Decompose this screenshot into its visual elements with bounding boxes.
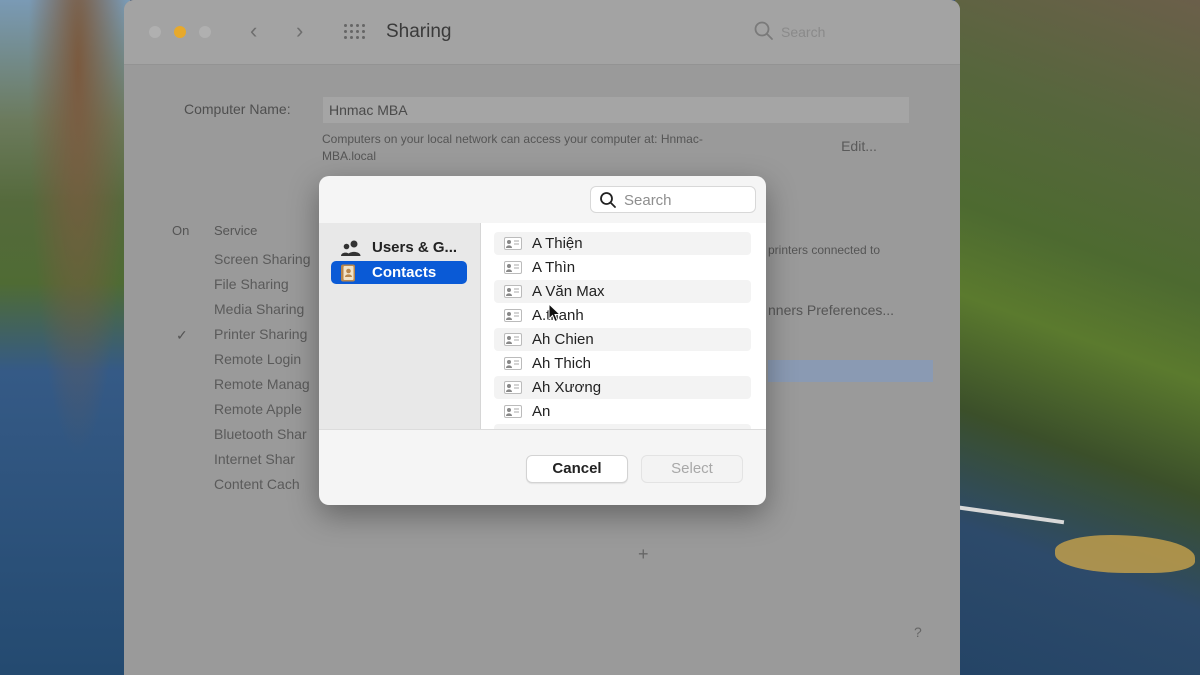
- contact-card-icon: [504, 357, 522, 370]
- window-search-field[interactable]: Search: [749, 18, 939, 46]
- beach-shape: [1055, 535, 1195, 573]
- printer-sharing-checkmark-icon[interactable]: ✓: [176, 327, 188, 344]
- contact-card-icon: [504, 237, 522, 250]
- desktop-background-right: [954, 0, 1200, 675]
- window-title: Sharing: [386, 21, 452, 42]
- contact-name: Ah Thich: [532, 355, 591, 372]
- service-item[interactable]: Remote Manag: [214, 376, 311, 401]
- service-item[interactable]: Screen Sharing: [214, 251, 311, 276]
- sidebar-item-label: Contacts: [372, 264, 437, 281]
- zoom-window-button[interactable]: [199, 26, 211, 38]
- title-bar: ‹ › Sharing Search: [124, 0, 960, 65]
- list-item[interactable]: Ah Xương: [494, 376, 751, 399]
- dialog-search-field[interactable]: Search: [590, 186, 756, 213]
- contact-card-icon: [504, 309, 522, 322]
- list-item[interactable]: An: [494, 400, 751, 423]
- service-item[interactable]: Remote Apple: [214, 401, 311, 426]
- service-item[interactable]: Bluetooth Shar: [214, 426, 311, 451]
- computer-name-description: Computers on your local network can acce…: [322, 132, 703, 163]
- close-window-button[interactable]: [149, 26, 161, 38]
- contact-name: A Văn Max: [532, 283, 605, 300]
- printers-preferences-button[interactable]: nners Preferences...: [768, 302, 894, 318]
- service-item[interactable]: Content Cach: [214, 476, 311, 501]
- contact-card-icon: [504, 381, 522, 394]
- forward-arrow-icon[interactable]: ›: [296, 18, 303, 44]
- cancel-button[interactable]: Cancel: [526, 455, 628, 483]
- search-icon: [600, 192, 616, 208]
- selected-printer-row[interactable]: [768, 360, 933, 382]
- window-search-placeholder: Search: [781, 24, 826, 40]
- service-item[interactable]: Remote Login: [214, 351, 311, 376]
- contact-card-icon: [504, 405, 522, 418]
- users-icon: [341, 240, 361, 256]
- select-users-dialog: Search Users & G... Contacts A Thiện A T…: [319, 176, 766, 505]
- column-header-on: On: [172, 223, 190, 238]
- add-user-button[interactable]: +: [638, 544, 649, 565]
- column-header-service: Service: [214, 223, 258, 238]
- contact-name: A Thiện: [532, 235, 583, 252]
- dialog-search-placeholder: Search: [624, 192, 672, 209]
- computer-name-value: Hnmac MBA: [329, 102, 408, 118]
- service-item[interactable]: Internet Shar: [214, 451, 311, 476]
- list-item[interactable]: Ah Chien: [494, 328, 751, 351]
- list-item[interactable]: A Thiện: [494, 232, 751, 255]
- edit-button[interactable]: Edit...: [824, 134, 894, 158]
- service-item[interactable]: Media Sharing: [214, 301, 311, 326]
- contact-card-icon: [504, 261, 522, 274]
- list-item[interactable]: Ah Thich: [494, 352, 751, 375]
- mouse-pointer-icon: [548, 303, 562, 323]
- service-item[interactable]: File Sharing: [214, 276, 311, 301]
- minimize-window-button[interactable]: [174, 26, 186, 38]
- sidebar-item-users-groups[interactable]: Users & G...: [331, 236, 467, 259]
- search-icon: [754, 21, 773, 40]
- contact-name: Ah Chien: [532, 331, 594, 348]
- show-all-grid-icon[interactable]: [344, 24, 366, 40]
- list-item[interactable]: A Văn Max: [494, 280, 751, 303]
- sidebar-item-label: Users & G...: [372, 239, 458, 256]
- contact-name: A Thìn: [532, 259, 576, 276]
- back-arrow-icon[interactable]: ‹: [250, 18, 257, 44]
- computer-name-label: Computer Name:: [184, 101, 291, 117]
- contact-card-icon: [504, 333, 522, 346]
- sidebar-item-contacts[interactable]: Contacts: [331, 261, 467, 284]
- contact-name: Ah Xương: [532, 379, 602, 396]
- bridge-shape: [954, 505, 1065, 525]
- dialog-footer: Cancel Select: [319, 429, 766, 505]
- select-button[interactable]: Select: [641, 455, 743, 483]
- printer-description: printers connected to: [768, 243, 881, 257]
- service-item[interactable]: Printer Sharing: [214, 326, 311, 351]
- list-item[interactable]: A.thanh: [494, 304, 751, 327]
- contacts-list: A Thiện A Thìn A Văn Max A.thanh Ah Chie…: [481, 223, 766, 429]
- computer-name-field[interactable]: Hnmac MBA: [322, 96, 910, 124]
- contacts-book-icon: [341, 264, 355, 282]
- contact-card-icon: [504, 285, 522, 298]
- help-button[interactable]: ?: [914, 624, 922, 640]
- services-list: Screen Sharing File Sharing Media Sharin…: [214, 251, 311, 501]
- contact-name: An: [532, 403, 551, 420]
- desktop-background-left: [0, 0, 130, 675]
- dialog-sidebar: Users & G... Contacts: [319, 223, 481, 429]
- list-item[interactable]: A Thìn: [494, 256, 751, 279]
